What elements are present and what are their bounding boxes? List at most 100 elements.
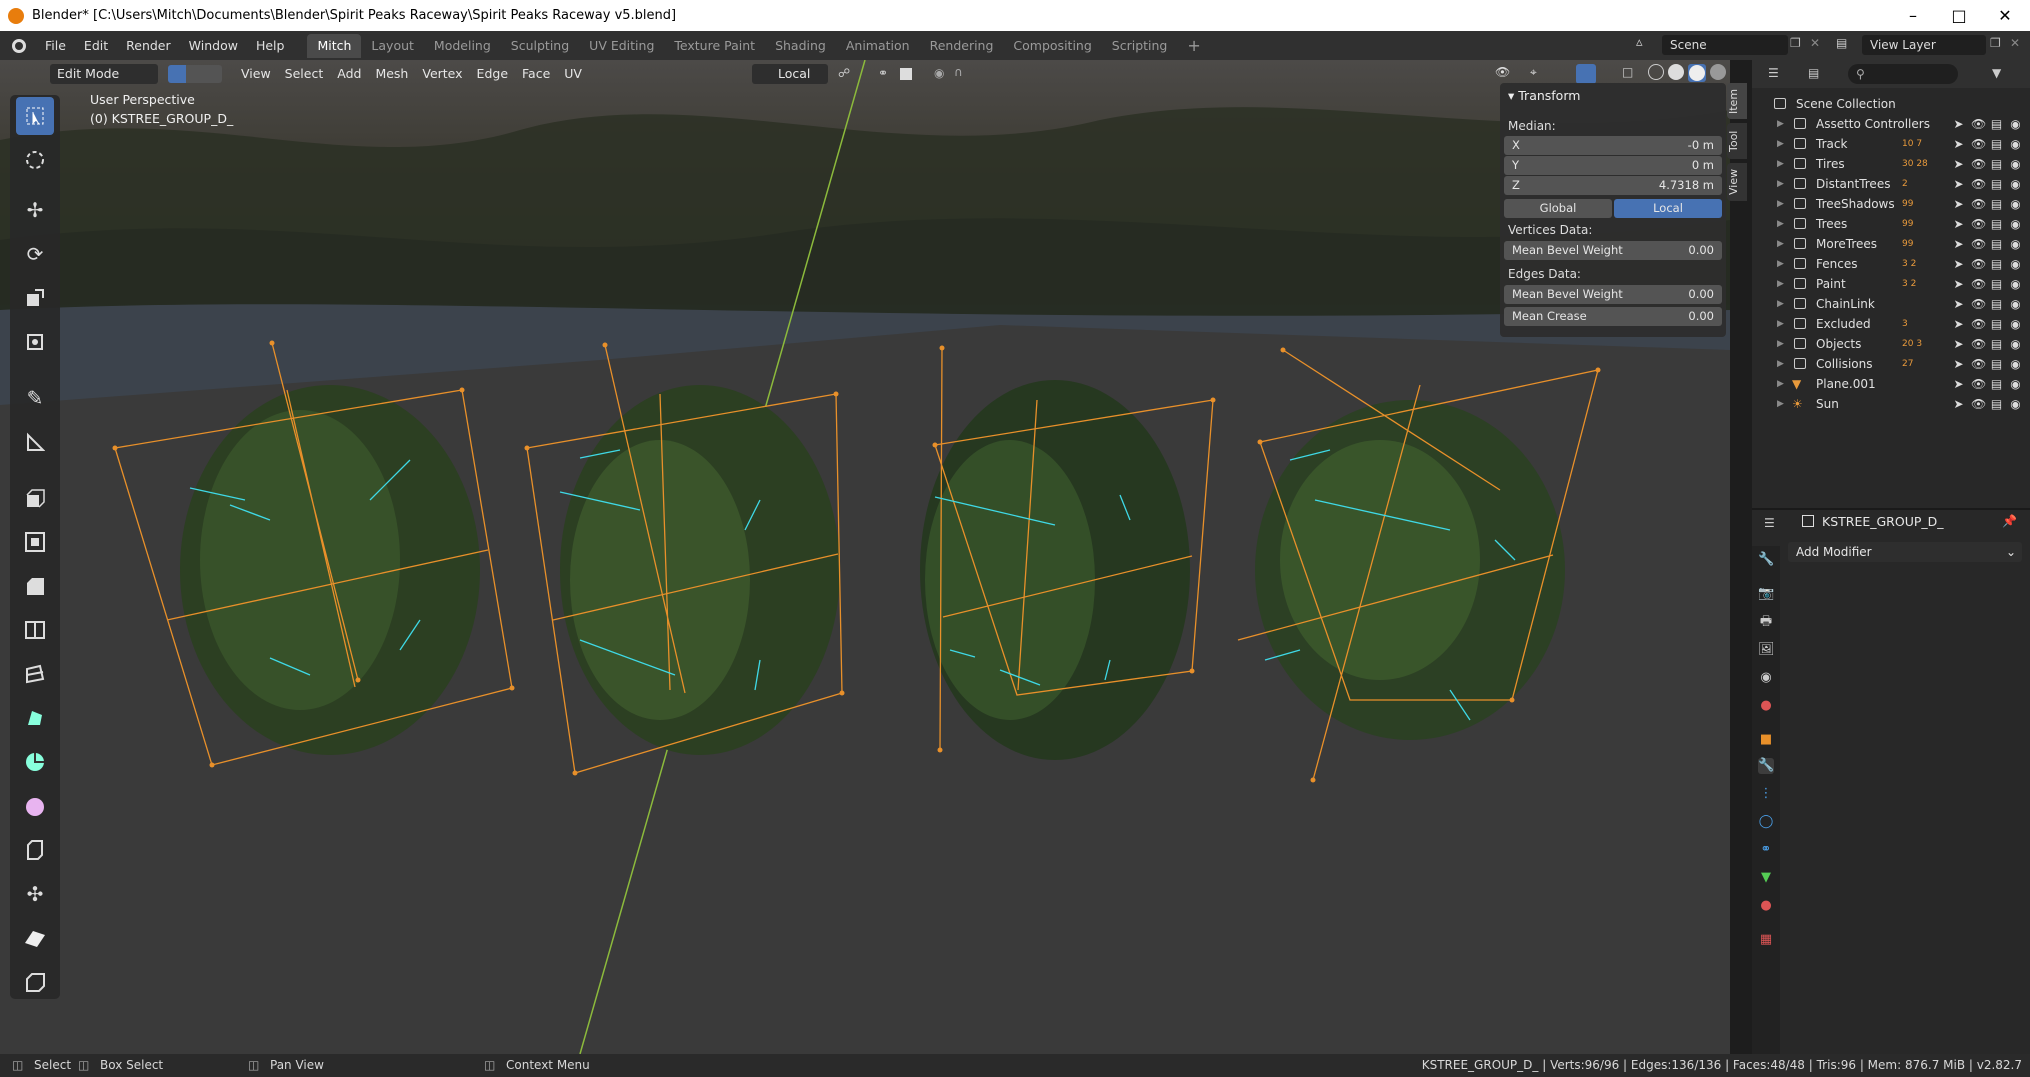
mean-crease-field[interactable]: Mean Crease 0.00: [1504, 307, 1722, 326]
poly-build-tool[interactable]: [16, 699, 54, 737]
outliner-item[interactable]: ▶ DistantTrees 2 ➤ 👁 ▤ ◉: [1752, 174, 2030, 194]
eye-icon[interactable]: 👁: [1971, 237, 1986, 251]
rendered-shading-icon[interactable]: [1710, 64, 1726, 80]
outliner-search-input[interactable]: ⚲: [1848, 64, 1958, 84]
cursor-tool[interactable]: [16, 141, 54, 179]
tab-sculpting[interactable]: Sculpting: [501, 34, 579, 58]
xray-icon[interactable]: □: [1622, 65, 1633, 79]
expand-arrow-icon[interactable]: ▶: [1777, 114, 1784, 134]
edge-slide-tool[interactable]: [16, 831, 54, 869]
outliner-item[interactable]: ▶ Collisions 27 ➤ 👁 ▤ ◉: [1752, 354, 2030, 374]
render-camera-icon[interactable]: ◉: [2009, 397, 2022, 411]
rotate-tool[interactable]: ⟳: [16, 235, 54, 273]
edge-mean-bevel-weight-field[interactable]: Mean Bevel Weight 0.00: [1504, 285, 1722, 304]
solid-shading-icon[interactable]: [1668, 64, 1684, 80]
smooth-tool[interactable]: [16, 787, 54, 825]
tab-uv-editing[interactable]: UV Editing: [579, 34, 664, 58]
viewport-disable-icon[interactable]: ▤: [1990, 337, 2003, 351]
viewport-disable-icon[interactable]: ▤: [1990, 397, 2003, 411]
render-camera-icon[interactable]: ◉: [2009, 197, 2022, 211]
selectable-icon[interactable]: ➤: [1952, 377, 1965, 391]
selectable-icon[interactable]: ➤: [1952, 217, 1965, 231]
material-properties-icon[interactable]: ●: [1758, 898, 1774, 914]
selectable-icon[interactable]: ➤: [1952, 357, 1965, 371]
particles-properties-icon[interactable]: ⋮: [1758, 786, 1774, 802]
render-camera-icon[interactable]: ◉: [2009, 137, 2022, 151]
proportional-edit-icon[interactable]: ◉: [934, 66, 944, 80]
outliner-item[interactable]: ▶ MoreTrees 99 ➤ 👁 ▤ ◉: [1752, 234, 2030, 254]
tab-tool[interactable]: Tool: [1727, 123, 1747, 159]
tab-layout[interactable]: Layout: [361, 34, 424, 58]
expand-arrow-icon[interactable]: ▶: [1777, 134, 1784, 154]
eye-icon[interactable]: 👁: [1971, 377, 1986, 391]
tab-view[interactable]: View: [1727, 163, 1747, 201]
menu-uv[interactable]: UV: [557, 64, 589, 84]
tab-texture-paint[interactable]: Texture Paint: [664, 34, 765, 58]
new-view-layer-icon[interactable]: ❐: [1990, 36, 2001, 50]
eye-icon[interactable]: 👁: [1971, 197, 1986, 211]
eye-icon[interactable]: 👁: [1971, 217, 1986, 231]
remove-view-layer-icon[interactable]: ✕: [2010, 36, 2020, 50]
render-camera-icon[interactable]: ◉: [2009, 317, 2022, 331]
gizmo-icon[interactable]: ⌖: [1530, 65, 1537, 80]
tab-rendering[interactable]: Rendering: [920, 34, 1004, 58]
local-toggle[interactable]: Local: [1614, 199, 1722, 218]
transform-panel-header[interactable]: ▾ Transform: [1508, 88, 1580, 103]
render-camera-icon[interactable]: ◉: [2009, 297, 2022, 311]
outliner-item[interactable]: ▶ ▼ Plane.001 ➤ 👁 ▤ ◉: [1752, 374, 2030, 394]
expand-arrow-icon[interactable]: ▶: [1777, 374, 1784, 394]
edge-select-icon[interactable]: [186, 65, 204, 83]
menu-file[interactable]: File: [36, 35, 75, 57]
viewport-disable-icon[interactable]: ▤: [1990, 117, 2003, 131]
menu-edit[interactable]: Edit: [75, 35, 117, 57]
expand-arrow-icon[interactable]: ▶: [1777, 294, 1784, 314]
minimize-button[interactable]: –: [1890, 0, 1936, 31]
scene-icon[interactable]: ▵: [1636, 35, 1660, 55]
modifier-properties-icon[interactable]: 🔧: [1758, 758, 1774, 774]
tab-animation[interactable]: Animation: [836, 34, 920, 58]
tab-scripting[interactable]: Scripting: [1102, 34, 1178, 58]
pivot-icon[interactable]: ☍: [838, 66, 850, 80]
selectable-icon[interactable]: ➤: [1952, 177, 1965, 191]
selectable-icon[interactable]: ➤: [1952, 297, 1965, 311]
render-camera-icon[interactable]: ◉: [2009, 357, 2022, 371]
expand-arrow-icon[interactable]: ▶: [1777, 254, 1784, 274]
snap-target-icon[interactable]: [900, 68, 912, 80]
move-tool[interactable]: ✢: [16, 191, 54, 229]
pin-icon[interactable]: 📌: [2002, 514, 2017, 528]
selectable-icon[interactable]: ➤: [1952, 197, 1965, 211]
selectable-icon[interactable]: ➤: [1952, 117, 1965, 131]
view-layer-field[interactable]: View Layer: [1862, 35, 1986, 55]
outliner-item[interactable]: ▶ Tires 30 28 ➤ 👁 ▤ ◉: [1752, 154, 2030, 174]
viewport-disable-icon[interactable]: ▤: [1990, 197, 2003, 211]
spin-tool[interactable]: [16, 743, 54, 781]
overlay-icon[interactable]: [1576, 64, 1596, 84]
render-camera-icon[interactable]: ◉: [2009, 157, 2022, 171]
measure-tool[interactable]: [16, 423, 54, 461]
viewport-disable-icon[interactable]: ▤: [1990, 137, 2003, 151]
viewport-disable-icon[interactable]: ▤: [1990, 177, 2003, 191]
loop-cut-tool[interactable]: [16, 611, 54, 649]
selectable-icon[interactable]: ➤: [1952, 337, 1965, 351]
3d-viewport[interactable]: Edit Mode View Select Add Mesh Vertex Ed…: [0, 60, 1730, 1054]
tab-compositing[interactable]: Compositing: [1003, 34, 1101, 58]
selectable-icon[interactable]: ➤: [1952, 317, 1965, 331]
annotate-tool[interactable]: ✎: [16, 379, 54, 417]
render-camera-icon[interactable]: ◉: [2009, 277, 2022, 291]
expand-arrow-icon[interactable]: ▶: [1777, 394, 1784, 414]
selectable-icon[interactable]: ➤: [1952, 277, 1965, 291]
tab-modeling[interactable]: Modeling: [424, 34, 501, 58]
expand-arrow-icon[interactable]: ▶: [1777, 334, 1784, 354]
menu-add[interactable]: Add: [330, 64, 368, 84]
selectable-icon[interactable]: ➤: [1952, 397, 1965, 411]
outliner-item[interactable]: ▶ ☀ Sun ➤ 👁 ▤ ◉: [1752, 394, 2030, 414]
editor-type-icon[interactable]: ☰: [1768, 66, 1779, 80]
eye-icon[interactable]: 👁: [1971, 337, 1986, 351]
menu-window[interactable]: Window: [180, 35, 247, 57]
viewport-disable-icon[interactable]: ▤: [1990, 217, 2003, 231]
scene-properties-icon[interactable]: ◉: [1758, 670, 1774, 686]
viewport-disable-icon[interactable]: ▤: [1990, 317, 2003, 331]
menu-edge[interactable]: Edge: [470, 64, 515, 84]
physics-properties-icon[interactable]: ◯: [1758, 814, 1774, 830]
eye-icon[interactable]: 👁: [1971, 297, 1986, 311]
